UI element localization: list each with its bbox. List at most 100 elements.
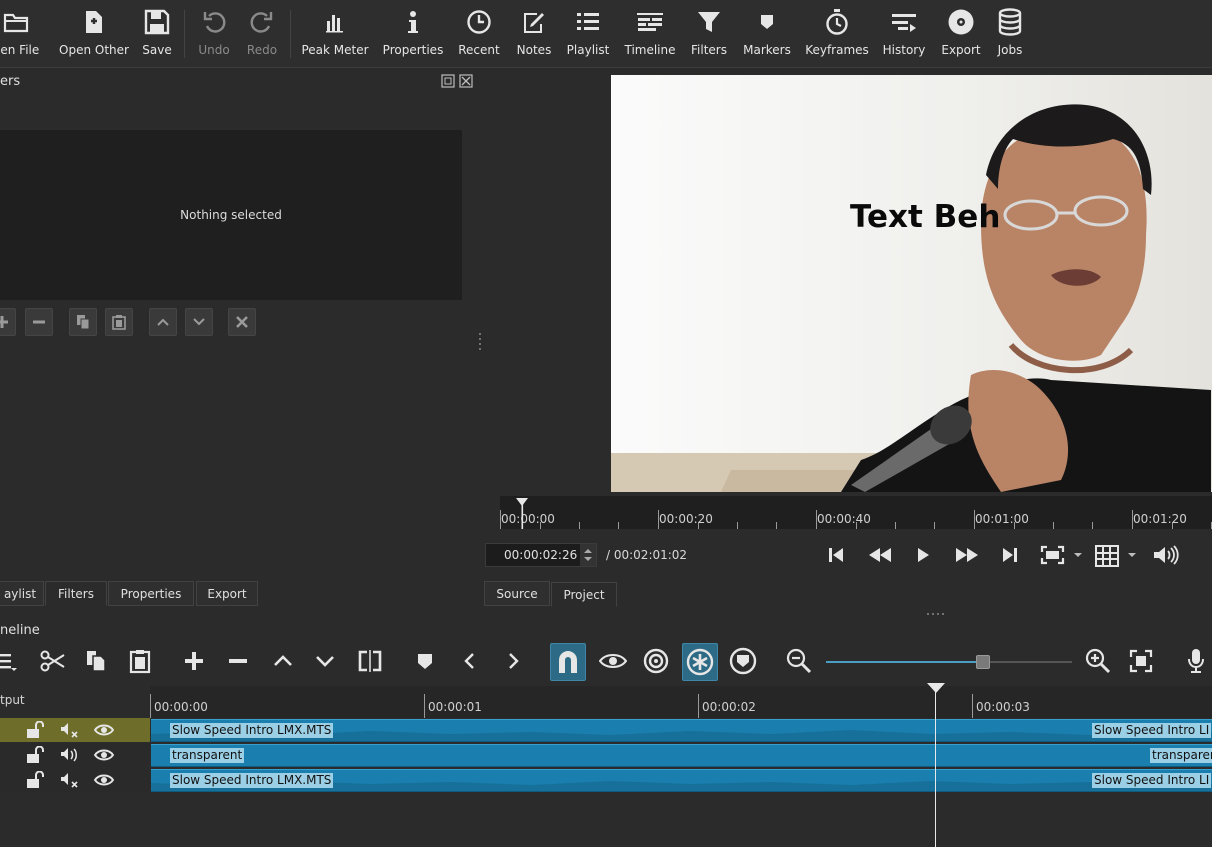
tab-playlist[interactable]: aylist (0, 581, 44, 606)
mute-icon[interactable] (60, 771, 80, 789)
splitter-handle[interactable] (478, 332, 482, 354)
recent-button[interactable]: Recent (455, 0, 503, 68)
zoom-slider-handle[interactable] (976, 655, 990, 669)
ruler-label: 00:00:40 (817, 512, 871, 526)
unlock-icon[interactable] (25, 721, 45, 739)
snap-toggle[interactable] (550, 643, 586, 681)
tab-properties[interactable]: Properties (108, 581, 194, 606)
float-panel-icon[interactable] (441, 74, 455, 88)
add-marker-button[interactable] (407, 642, 443, 680)
keyframes-button[interactable]: Keyframes (804, 0, 870, 68)
tab-source[interactable]: Source (484, 581, 550, 606)
timeline-playhead-line[interactable] (935, 690, 936, 847)
video-viewer[interactable]: Text Beh (611, 75, 1212, 492)
redo-button[interactable]: Redo (241, 0, 283, 68)
open-other-button[interactable]: Open Other (58, 0, 130, 68)
skip-to-end-button[interactable] (997, 541, 1023, 569)
timeline-playhead-handle[interactable] (926, 682, 946, 694)
dock-splitter-handle[interactable] (926, 612, 948, 616)
unlock-icon[interactable] (25, 771, 45, 789)
timeline-clip[interactable]: Slow Speed Intro LMX.MTS Slow Speed Intr… (151, 719, 1212, 742)
timeline-menu-button[interactable] (0, 642, 24, 680)
open-file-button[interactable]: pen File (0, 0, 44, 68)
split-button[interactable] (352, 642, 388, 680)
history-button[interactable]: History (880, 0, 928, 68)
lift-button[interactable] (265, 642, 301, 680)
timeline-clip[interactable]: Slow Speed Intro LMX.MTS Slow Speed Intr… (151, 769, 1212, 792)
grid-dropdown[interactable] (1093, 541, 1141, 569)
track-header-v1[interactable] (0, 718, 150, 742)
ruler-label: 00:00:01 (428, 700, 482, 714)
export-button[interactable]: Export (939, 0, 983, 68)
unlock-icon[interactable] (25, 746, 45, 764)
rewind-button[interactable] (864, 541, 896, 569)
timeline-button[interactable]: Timeline (622, 0, 678, 68)
duration-label: / 00:02:01:02 (606, 548, 688, 562)
zoom-fit-icon (1040, 545, 1082, 565)
track-header-v2[interactable] (0, 743, 150, 767)
timeline-clip[interactable]: transparent transparer (151, 744, 1212, 767)
tab-export[interactable]: Export (196, 581, 258, 606)
track-header-v3[interactable] (0, 768, 150, 792)
previous-marker-button[interactable] (452, 642, 488, 680)
remove-filter-button[interactable] (25, 308, 53, 336)
tab-project[interactable]: Project (551, 582, 617, 607)
ripple-all-tracks-toggle[interactable] (682, 643, 718, 681)
filter-list[interactable]: Nothing selected (0, 130, 462, 300)
add-filter-button[interactable] (0, 308, 16, 336)
properties-button[interactable]: Properties (382, 0, 444, 68)
paste-icon (112, 315, 126, 330)
notes-button[interactable]: Notes (513, 0, 555, 68)
mute-icon[interactable] (60, 721, 80, 739)
filters-button[interactable]: Filters (689, 0, 729, 68)
move-filter-down-button[interactable] (185, 308, 213, 336)
overwrite-button[interactable] (307, 642, 343, 680)
jobs-button[interactable]: Jobs (991, 0, 1029, 68)
zoom-out-button[interactable] (781, 642, 817, 680)
markers-button[interactable]: Markers (740, 0, 794, 68)
skip-previous-icon (829, 548, 843, 562)
viewer-scrub-ruler[interactable]: 00:00:00 00:00:20 00:00:40 00:01:00 00:0… (500, 496, 1212, 529)
ruler-label: 00:01:00 (975, 512, 1029, 526)
ripple-toggle[interactable] (638, 642, 674, 680)
paste-filters-button[interactable] (105, 308, 133, 336)
zoom-in-button[interactable] (1080, 642, 1116, 680)
save-button[interactable]: Save (137, 0, 177, 68)
copy-button[interactable] (78, 642, 114, 680)
timecode-spinner[interactable] (580, 544, 596, 566)
eye-icon[interactable] (94, 746, 114, 764)
deselect-filter-button[interactable] (228, 308, 256, 336)
eye-icon (599, 654, 627, 668)
fast-forward-icon (956, 548, 978, 562)
peak-meter-button[interactable]: Peak Meter (300, 0, 370, 68)
next-marker-button[interactable] (495, 642, 531, 680)
cut-button[interactable] (35, 642, 71, 680)
move-filter-up-button[interactable] (149, 308, 177, 336)
zoom-fit-timeline-button[interactable] (1123, 642, 1159, 680)
copy-icon (87, 651, 106, 672)
fast-forward-button[interactable] (950, 541, 984, 569)
close-panel-icon[interactable] (459, 74, 473, 88)
playlist-button[interactable]: Playlist (565, 0, 611, 68)
copy-filters-button[interactable] (69, 308, 97, 336)
tab-filters[interactable]: Filters (45, 581, 107, 606)
append-button[interactable] (176, 642, 212, 680)
clip-label: transparent (170, 748, 245, 763)
eye-icon[interactable] (94, 721, 114, 739)
volume-icon[interactable] (60, 746, 80, 764)
paste-button[interactable] (122, 642, 158, 680)
ripple-markers-toggle[interactable] (725, 642, 761, 680)
ruler-tick (972, 694, 973, 718)
play-button[interactable] (910, 541, 936, 569)
eye-icon[interactable] (94, 771, 114, 789)
ripple-delete-button[interactable] (220, 642, 256, 680)
timeline-icon (637, 13, 663, 31)
zoom-fit-dropdown[interactable] (1037, 541, 1087, 569)
volume-button[interactable] (1148, 541, 1182, 569)
undo-button[interactable]: Undo (193, 0, 235, 68)
record-audio-button[interactable] (1178, 642, 1212, 680)
timeline-ruler[interactable]: 00:00:00 00:00:01 00:00:02 00:00:03 (150, 686, 1212, 718)
scrub-audio-toggle[interactable] (595, 642, 631, 680)
skip-to-start-button[interactable] (823, 541, 849, 569)
viewer-playhead[interactable] (515, 498, 529, 529)
